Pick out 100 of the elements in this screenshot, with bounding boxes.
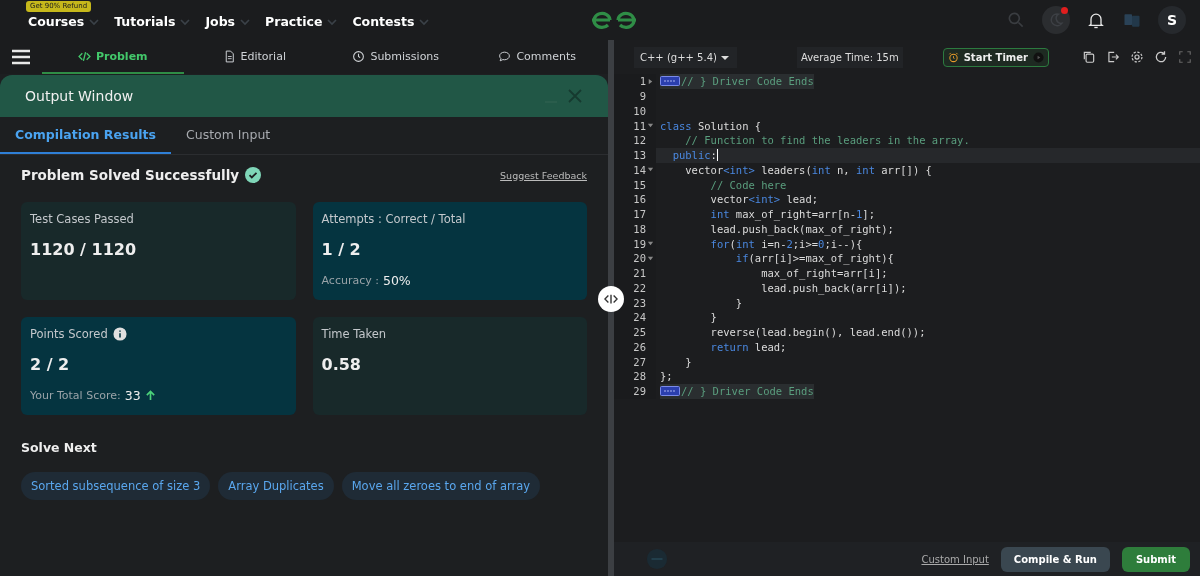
code-line: public: xyxy=(671,149,717,162)
caret-icon xyxy=(326,17,339,26)
problem-link-chip[interactable]: Sorted subsequence of size 3 xyxy=(21,472,211,500)
line-number: 11 xyxy=(633,119,646,132)
nav-menu-item[interactable]: Contests xyxy=(352,14,431,29)
card-title: Test Cases Passed xyxy=(30,212,134,226)
code-line: return lead; xyxy=(709,340,787,353)
line-number: 13 xyxy=(633,149,646,162)
fold-caret-icon[interactable] xyxy=(647,254,654,262)
card-title: Time Taken xyxy=(321,327,387,341)
folded-code-icon[interactable] xyxy=(660,386,680,397)
user-avatar[interactable]: S xyxy=(1158,6,1186,34)
card-title: Points Scored xyxy=(30,327,108,341)
average-time-label: Average Time: 15m xyxy=(796,46,903,68)
code-line: class Solution { xyxy=(660,119,762,132)
problem-link-chip[interactable]: Move all zeroes to end of array xyxy=(341,472,541,500)
code-line: reverse(lead.begin(), lead.end()); xyxy=(709,326,926,339)
caret-icon xyxy=(239,17,252,26)
code-line: // } Driver Code Ends xyxy=(681,385,814,398)
card-value: 2 / 2 xyxy=(30,355,71,374)
code-line: // Code here xyxy=(709,178,787,191)
output-tab[interactable]: Compilation Results xyxy=(0,117,171,154)
line-number: 1 xyxy=(639,75,646,88)
code-line: lead.push_back(max_of_right); xyxy=(709,222,894,235)
section-heading: Solve Next xyxy=(21,440,98,455)
card-value: 0.58 xyxy=(321,355,362,374)
code-line: } xyxy=(684,355,692,368)
line-number: 28 xyxy=(633,370,646,383)
code-line: max_of_right=arr[i]; xyxy=(760,267,888,280)
start-timer-button[interactable]: Start Timer xyxy=(942,47,1049,67)
menu-icon[interactable] xyxy=(11,48,31,66)
line-number: 27 xyxy=(633,355,646,368)
caret-icon xyxy=(88,17,101,26)
feedback-link[interactable]: Suggest Feedback xyxy=(500,169,587,181)
fold-caret-icon[interactable] xyxy=(647,240,654,248)
line-number: 29 xyxy=(633,385,646,398)
nav-menu-item[interactable]: Jobs xyxy=(205,14,252,29)
line-number: 26 xyxy=(633,340,646,353)
resize-arrows-icon xyxy=(604,292,618,306)
code-line: }; xyxy=(660,370,673,383)
problem-tab[interactable]: Comments xyxy=(466,40,608,74)
fullscreen-icon[interactable] xyxy=(1178,50,1192,64)
language-dropdown[interactable]: C++ (g++ 5.4) xyxy=(634,46,737,68)
compile-run-button[interactable]: Compile & Run xyxy=(1000,546,1110,572)
card-value: 1120 / 1120 xyxy=(30,240,138,259)
settings-icon[interactable] xyxy=(1130,50,1144,64)
code-line: vector<int> leaders(int n, int arr[]) { xyxy=(684,163,932,176)
code-line: vector<int> lead; xyxy=(709,193,819,206)
line-number: 24 xyxy=(633,311,646,324)
caret-icon xyxy=(418,17,431,26)
card-note-value: 33 xyxy=(124,388,141,403)
card-note-value: 50% xyxy=(382,273,411,288)
code-line: for(int i=n-2;i>=0;i--){ xyxy=(709,237,863,250)
card-title: Attempts : Correct / Total xyxy=(321,212,466,226)
copy-icon[interactable] xyxy=(1082,50,1096,64)
clock-icon xyxy=(352,49,366,63)
fold-caret-icon[interactable] xyxy=(647,77,654,85)
play-icon xyxy=(1032,51,1044,63)
line-number: 25 xyxy=(633,326,646,339)
line-number: 9 xyxy=(639,90,646,103)
code-line: if(arr[i]>=max_of_right){ xyxy=(734,252,894,265)
fold-caret-icon[interactable] xyxy=(647,122,654,130)
line-number: 17 xyxy=(633,208,646,221)
card-value: 1 / 2 xyxy=(321,240,362,259)
folded-code-icon[interactable] xyxy=(660,76,680,87)
code-icon xyxy=(77,49,91,63)
refresh-icon[interactable] xyxy=(1154,50,1168,64)
code-line: } xyxy=(709,311,717,324)
code-line: } xyxy=(734,296,743,309)
problem-tab[interactable]: Editorial xyxy=(183,40,325,74)
line-number: 23 xyxy=(633,296,646,309)
line-number: 19 xyxy=(633,237,646,250)
nav-menu-item[interactable]: Tutorials xyxy=(114,14,192,29)
code-line: lead.push_back(arr[i]); xyxy=(760,281,907,294)
exit-icon[interactable] xyxy=(1106,50,1120,64)
nav-menu-item[interactable]: Courses xyxy=(28,14,101,29)
caret-icon xyxy=(179,17,192,26)
nav-menu-item[interactable]: Practice xyxy=(265,14,339,29)
submit-button[interactable]: Submit xyxy=(1121,546,1190,572)
output-tab[interactable]: Custom Input xyxy=(171,117,286,154)
text-cursor xyxy=(716,149,718,162)
line-number: 14 xyxy=(633,163,646,176)
theme-toggle-button[interactable] xyxy=(1042,6,1070,34)
chat-bubble-icon xyxy=(498,49,512,63)
line-number: 21 xyxy=(633,267,646,280)
info-icon[interactable] xyxy=(112,327,127,341)
line-number: 10 xyxy=(633,104,646,117)
alarm-clock-icon xyxy=(947,51,959,63)
fold-caret-icon[interactable] xyxy=(647,166,654,174)
line-number: 15 xyxy=(633,178,646,191)
code-line: int max_of_right=arr[n-1]; xyxy=(709,208,875,221)
line-number: 12 xyxy=(633,134,646,147)
custom-input-link[interactable]: Custom Input xyxy=(921,553,989,565)
line-number: 22 xyxy=(633,281,646,294)
problem-link-chip[interactable]: Array Duplicates xyxy=(218,472,334,500)
card-note-label: Accuracy : xyxy=(321,274,379,287)
problem-tab[interactable]: Submissions xyxy=(325,40,467,74)
window-title: Output Window xyxy=(25,88,134,104)
line-number: 16 xyxy=(633,193,646,206)
code-line: // } Driver Code Ends xyxy=(681,75,814,88)
